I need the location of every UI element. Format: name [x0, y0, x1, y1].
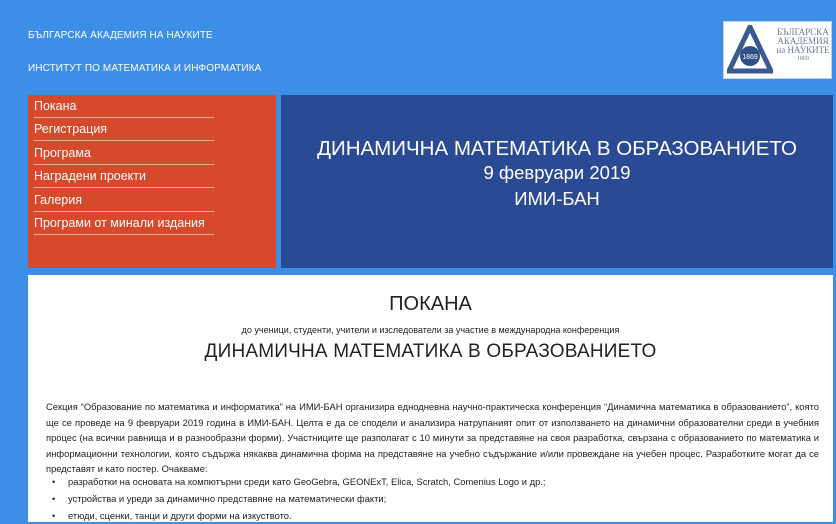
- menu-item-past-programs[interactable]: Програми от минали издания: [34, 212, 214, 235]
- conference-title: ДИНАМИЧНА МАТЕМАТИКА В ОБРАЗОВАНИЕТО: [204, 341, 657, 362]
- menu-item-registration[interactable]: Регистрация: [34, 118, 214, 141]
- list-item-text: устройства и уреди за динамично представ…: [68, 493, 387, 504]
- banner-venue: ИМИ-БАН: [514, 188, 600, 209]
- academy-name: БЪЛГАРСКА АКАДЕМИЯ НА НАУКИТЕ: [28, 30, 213, 41]
- menu-item-awarded-projects[interactable]: Наградени проекти: [34, 165, 214, 188]
- main-menu: Покана Регистрация Програма Наградени пр…: [28, 95, 276, 268]
- banner-date: 9 февруари 2019: [483, 162, 631, 183]
- bullet-icon: •: [52, 510, 56, 521]
- menu-item-program[interactable]: Програма: [34, 142, 214, 165]
- bullet-icon: •: [52, 476, 56, 487]
- page-title: ПОКАНА: [389, 293, 472, 315]
- list-item-text: разработки на основата на компютърни сре…: [68, 476, 546, 487]
- menu-item-invitation[interactable]: Покана: [34, 95, 214, 118]
- expectations-list: • разработки на основата на компютърни ср…: [52, 473, 546, 524]
- bas-emblem-icon: 1869: [727, 25, 773, 74]
- emblem-year: 1869: [742, 54, 758, 61]
- invitation-subtitle: до ученици, студенти, учители и изследов…: [241, 325, 620, 335]
- main-content: ПОКАНА до ученици, студенти, учители и и…: [28, 275, 833, 522]
- list-item-text: етюди, сценки, танци и други форми на из…: [68, 510, 292, 521]
- list-item: • етюди, сценки, танци и други форми на и…: [52, 507, 546, 524]
- banner-title: ДИНАМИЧНА МАТЕМАТИКА В ОБРАЗОВАНИЕТО: [317, 137, 797, 160]
- list-item: • устройства и уреди за динамично предста…: [52, 490, 546, 507]
- menu-item-gallery[interactable]: Галерия: [34, 189, 214, 212]
- invitation-paragraph: Секция “Образование по математика и инфо…: [46, 401, 819, 475]
- logo-text: БЪЛГАРСКА АКАДЕМИЯ на НАУКИТЕ 1869: [775, 28, 831, 63]
- bas-logo[interactable]: 1869 БЪЛГАРСКА АКАДЕМИЯ на НАУКИТЕ 1869: [723, 21, 832, 79]
- institute-name: ИНСТИТУТ ПО МАТЕМАТИКА И ИНФОРМАТИКА: [28, 63, 262, 74]
- bullet-icon: •: [52, 493, 56, 504]
- list-item: • разработки на основата на компютърни ср…: [52, 473, 546, 490]
- logo-text-line: на НАУКИТЕ: [776, 45, 830, 55]
- conference-banner: ДИНАМИЧНА МАТЕМАТИКА В ОБРАЗОВАНИЕТО 9 ф…: [281, 95, 833, 268]
- logo-text-year: 1869: [797, 56, 809, 62]
